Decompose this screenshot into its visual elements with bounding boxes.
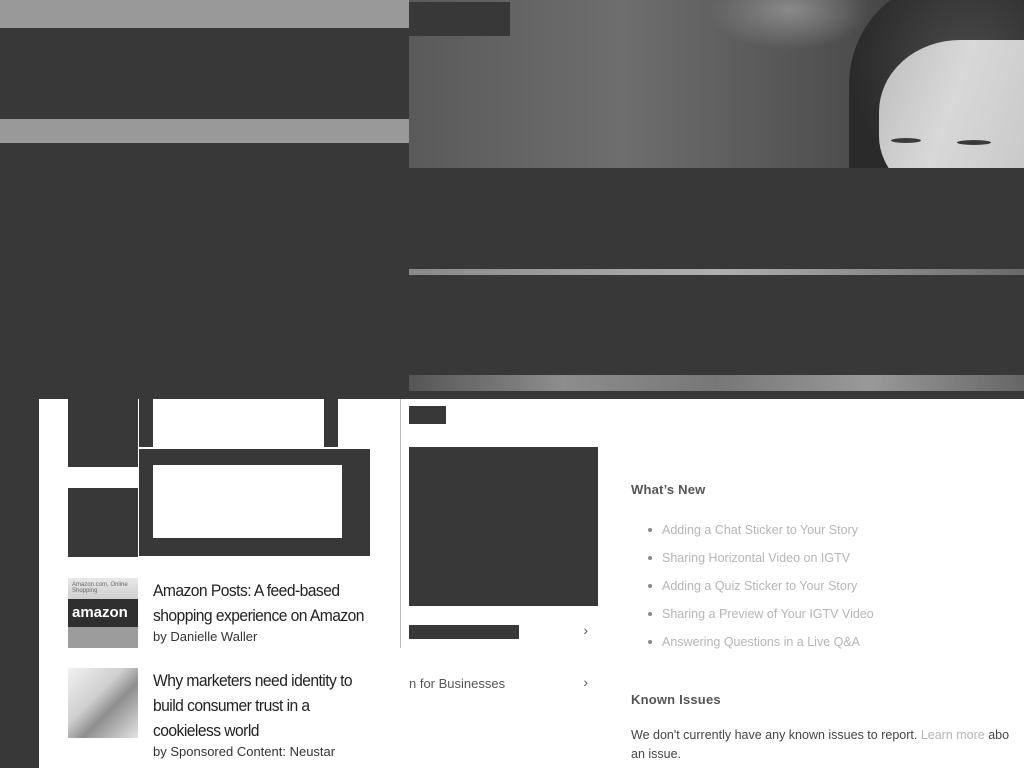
whats-new-link[interactable]: Adding a Quiz Sticker to Your Story: [631, 578, 1011, 606]
redacted-block: [68, 399, 138, 467]
redacted-block: [409, 406, 446, 424]
article-thumbnail[interactable]: Amazon.com, Online Shopping amazon: [68, 578, 138, 648]
photo-strip-bottom: [409, 375, 1024, 391]
top-gray-band: [0, 0, 409, 28]
chevron-right-icon: ›: [583, 622, 588, 638]
article-thumbnail[interactable]: [68, 668, 138, 738]
redacted-block: [139, 538, 370, 556]
whats-new-link[interactable]: Adding a Chat Sticker to Your Story: [631, 522, 1011, 550]
amazon-logo-icon: amazon: [72, 604, 128, 621]
known-issues-body: We don't currently have any known issues…: [631, 728, 921, 742]
learn-more-link[interactable]: Learn more: [921, 728, 985, 742]
redacted-block: [68, 488, 138, 557]
header-block: [0, 28, 409, 119]
hero-eye-right: [957, 140, 991, 145]
redacted-block: [409, 447, 598, 606]
whats-new-link[interactable]: Answering Questions in a Live Q&A: [631, 634, 1011, 662]
redacted-block: [342, 465, 370, 538]
photo-strip: [409, 269, 1024, 275]
redacted-block: [409, 625, 519, 639]
article-title-link[interactable]: Why marketers need identity to build con…: [153, 668, 365, 743]
known-issues-text: We don't currently have any known issues…: [631, 726, 1024, 745]
whats-new-list: Adding a Chat Sticker to Your Story Shar…: [631, 522, 1011, 662]
redacted-block: [139, 399, 153, 447]
known-issues-heading: Known Issues: [631, 692, 721, 707]
help-nav-item[interactable]: n for Businesses ›: [409, 674, 598, 698]
article-title-link[interactable]: Amazon Posts: A feed-based shopping expe…: [153, 578, 365, 628]
whats-new-link[interactable]: Sharing a Preview of Your IGTV Video: [631, 606, 1011, 634]
whats-new-link[interactable]: Sharing Horizontal Video on IGTV: [631, 550, 1011, 578]
redacted-block: [139, 465, 153, 538]
thumbnail-caption: Amazon.com, Online Shopping: [72, 582, 128, 594]
article-byline: by Danielle Waller: [153, 629, 258, 644]
redacted-block: [324, 399, 338, 447]
help-nav-label: n for Businesses: [409, 676, 506, 691]
redacted-block: [0, 760, 39, 768]
chevron-right-icon: ›: [583, 674, 588, 690]
hero-tag-block: [409, 2, 510, 36]
whats-new-heading: What’s New: [631, 482, 706, 497]
article-byline: by Sponsored Content: Neustar: [153, 744, 336, 759]
help-nav-item[interactable]: ›: [409, 622, 598, 644]
known-issues-text-line2: an issue.: [631, 747, 682, 761]
hero-eye-left: [891, 138, 921, 143]
column-divider: [400, 399, 401, 648]
secondary-gray-band: [0, 119, 409, 143]
redacted-block: [139, 449, 370, 465]
known-issues-body-tail: abo: [984, 728, 1010, 742]
